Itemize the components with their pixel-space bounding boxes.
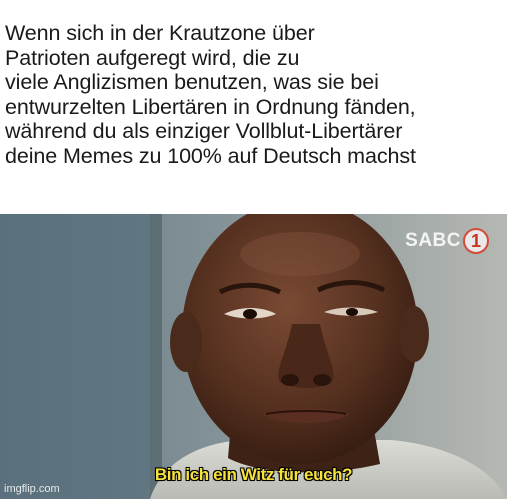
channel-logo-number: 1 bbox=[470, 230, 481, 251]
channel-logo: SABC 1 bbox=[405, 228, 489, 254]
caption-line-3: viele Anglizismen benutzen, was sie bei bbox=[5, 70, 379, 94]
channel-logo-text: SABC bbox=[405, 230, 461, 251]
caption-line-6: deine Memes zu 100% auf Deutsch machst bbox=[5, 143, 416, 168]
caption-line-4: entwurzelten Libertären in Ordnung fände… bbox=[5, 94, 416, 119]
caption-line-1: Wenn sich in der Krautzone über bbox=[5, 21, 315, 45]
tv-still-illustration bbox=[0, 214, 507, 499]
channel-logo-badge: 1 bbox=[463, 228, 489, 254]
caption-line-2: Patrioten aufgeregt wird, die zu bbox=[5, 45, 300, 70]
meme-subtitle: Bin ich ein Witz für euch? bbox=[154, 465, 353, 484]
meme-caption: Wenn sich in der Krautzone über Patriote… bbox=[5, 21, 503, 168]
imgflip-watermark: imgflip.com bbox=[4, 483, 60, 495]
caption-line-5: während du als einziger Vollblut-Libertä… bbox=[5, 119, 403, 143]
meme-photo: SABC 1 Bin ich ein Witz für euch? imgfli… bbox=[0, 214, 507, 499]
caption-area: Wenn sich in der Krautzone über Patriote… bbox=[0, 0, 507, 214]
